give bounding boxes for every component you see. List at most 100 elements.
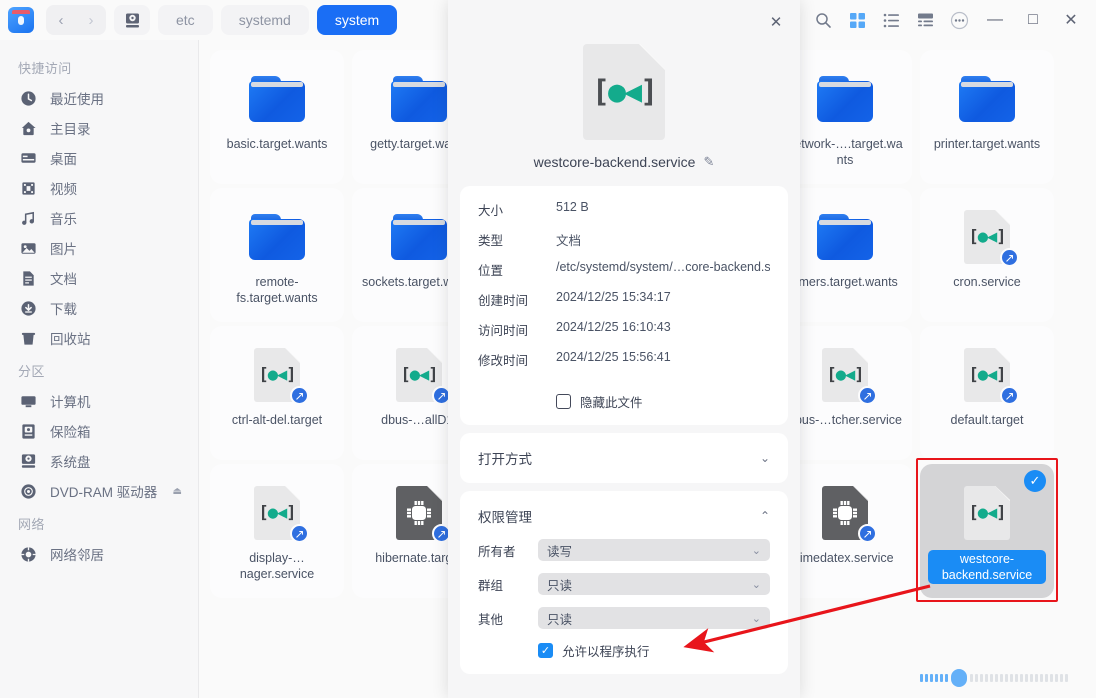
back-button[interactable]: ‹ (46, 5, 76, 35)
dialog-close-button[interactable]: ✕ (764, 10, 788, 34)
slider-tick (1015, 674, 1018, 682)
info-row-created: 创建时间 2024/12/25 15:34:17 (460, 290, 788, 309)
file-tile-label: cron.service (953, 275, 1021, 289)
minimize-button[interactable]: — (976, 4, 1014, 36)
slider-tick (1035, 674, 1038, 682)
eject-icon[interactable]: ⏏ (173, 486, 182, 497)
list-view-button[interactable] (874, 4, 908, 36)
slider-tick (1040, 674, 1043, 682)
folder-icon (390, 70, 448, 128)
owner-permission-select[interactable]: 读写 ⌄ (538, 539, 770, 561)
slider-tick (920, 674, 923, 682)
info-key: 访问时间 (478, 324, 529, 338)
maximize-icon: □ (1028, 11, 1038, 28)
breadcrumb-etc[interactable]: etc (158, 5, 213, 35)
sidebar: 快捷访问 最近使用 主目录 桌面 视频 音乐 图片 文档 下载 回收站 分区 计算机 保险箱 系统盘 DVD… (0, 40, 198, 698)
file-tile-label: dbus-…tcher.service (788, 413, 902, 427)
slider-tick (975, 674, 978, 682)
hide-file-checkbox[interactable] (556, 394, 571, 409)
slider-filled-track (920, 674, 948, 682)
selected-check-badge-icon[interactable]: ✓ (1024, 470, 1046, 492)
sidebar-item-video[interactable]: 视频 (0, 173, 198, 203)
file-tile[interactable]: [●◀] ↗ default.target (920, 326, 1054, 460)
slider-tick (940, 674, 943, 682)
sidebar-item-computer[interactable]: 计算机 (0, 386, 198, 416)
sidebar-item-label: DVD-RAM 驱动器 (50, 485, 158, 500)
file-tile[interactable]: basic.target.wants (210, 50, 344, 184)
sidebar-item-desktop[interactable]: 桌面 (0, 143, 198, 173)
allow-execute-checkbox[interactable]: ✓ (538, 643, 553, 658)
sidebar-item-label: 回收站 (50, 332, 91, 347)
search-button[interactable] (806, 4, 840, 36)
sidebar-divider (198, 40, 199, 698)
sidebar-item-picture[interactable]: 图片 (0, 233, 198, 263)
systemd-service-file-icon: [●◀]↗ (816, 346, 877, 405)
sidebar-item-label: 桌面 (50, 152, 77, 167)
sidebar-item-download[interactable]: 下载 (0, 293, 198, 323)
info-value: 2024/12/25 15:34:17 (556, 290, 671, 304)
file-tile[interactable]: [●◀] ↗ display-…nager.service (210, 464, 344, 598)
allow-execute-row[interactable]: ✓ 允许以程序执行 (460, 629, 788, 660)
hide-file-row[interactable]: 隐藏此文件 (460, 380, 788, 411)
icon-size-slider[interactable] (920, 669, 1068, 687)
grid-view-button[interactable] (840, 4, 874, 36)
sidebar-item-clock[interactable]: 最近使用 (0, 83, 198, 113)
file-manager-window: ‹ › etc systemd system — □ ✕ 快捷访问 最近使用 主… (0, 0, 1096, 698)
sidebar-item-label: 音乐 (50, 212, 77, 227)
sidebar-item-label: 系统盘 (50, 455, 91, 470)
slider-tick (930, 674, 933, 682)
symlink-badge-icon: ↗ (858, 386, 877, 405)
file-manager-icon (8, 7, 34, 33)
open-with-header[interactable]: 打开方式 ⌄ (460, 447, 788, 469)
slider-tick (935, 674, 938, 682)
more-options-button[interactable] (942, 4, 976, 36)
systemd-glyph: [●◀] (968, 503, 1007, 523)
file-tile-selected[interactable]: [●◀] westcore-backend.service ✓ (916, 458, 1058, 602)
sidebar-item-document[interactable]: 文档 (0, 263, 198, 293)
close-button[interactable]: ✕ (1052, 4, 1090, 36)
permissions-header[interactable]: 权限管理 ⌃ (460, 505, 788, 527)
sidebar-item-safe-box[interactable]: 保险箱 (0, 416, 198, 446)
slider-tick (1055, 674, 1058, 682)
other-permission-select[interactable]: 只读 ⌄ (538, 607, 770, 629)
music-icon (18, 208, 38, 228)
breadcrumb-system[interactable]: system (316, 5, 398, 35)
system-disk-button[interactable] (114, 5, 150, 35)
check-icon: ✓ (540, 645, 551, 657)
grid-view-icon (849, 12, 865, 28)
file-tile[interactable]: [●◀] ↗ cron.service (920, 188, 1054, 322)
slider-handle[interactable] (951, 669, 967, 687)
file-tile-label: default.target (950, 413, 1024, 427)
file-tile[interactable]: remote-fs.target.wants (210, 188, 344, 322)
systemd-glyph: [●◀] (826, 365, 865, 385)
minimize-icon: — (987, 11, 1003, 28)
group-permission-select[interactable]: 只读 ⌄ (538, 573, 770, 595)
chevron-down-icon: ⌄ (751, 544, 761, 557)
slider-tick (1025, 674, 1028, 682)
file-tile[interactable]: printer.target.wants (920, 50, 1054, 184)
open-with-card[interactable]: 打开方式 ⌄ (460, 433, 788, 483)
detail-view-button[interactable] (908, 4, 942, 36)
info-key: 创建时间 (478, 294, 529, 308)
maximize-button[interactable]: □ (1014, 4, 1052, 36)
sidebar-item-disc[interactable]: DVD-RAM 驱动器 ⏏ (0, 476, 198, 506)
breadcrumb-systemd[interactable]: systemd (220, 5, 309, 35)
dialog-header: [●◀] westcore-backend.service ✎ (448, 0, 800, 186)
file-tile[interactable]: [●◀] ↗ ctrl-alt-del.target (210, 326, 344, 460)
systemd-service-file-icon: [●◀] (958, 484, 1016, 542)
forward-button[interactable]: › (76, 5, 106, 35)
slider-tick (1050, 674, 1053, 682)
safe-box-icon (18, 421, 38, 441)
sidebar-item-trash[interactable]: 回收站 (0, 323, 198, 353)
disc-icon (18, 481, 38, 501)
sidebar-item-system-disk[interactable]: 系统盘 (0, 446, 198, 476)
pencil-icon[interactable]: ✎ (703, 154, 714, 170)
systemd-service-file-icon: [●◀]↗ (390, 346, 451, 405)
picture-icon (18, 238, 38, 258)
systemd-service-file-icon: [●◀]↗ (248, 484, 309, 543)
sidebar-item-music[interactable]: 音乐 (0, 203, 198, 233)
info-value: 2024/12/25 16:10:43 (556, 320, 671, 334)
folder-icon (248, 70, 306, 128)
sidebar-item-network[interactable]: 网络邻居 (0, 539, 198, 569)
sidebar-item-home[interactable]: 主目录 (0, 113, 198, 143)
